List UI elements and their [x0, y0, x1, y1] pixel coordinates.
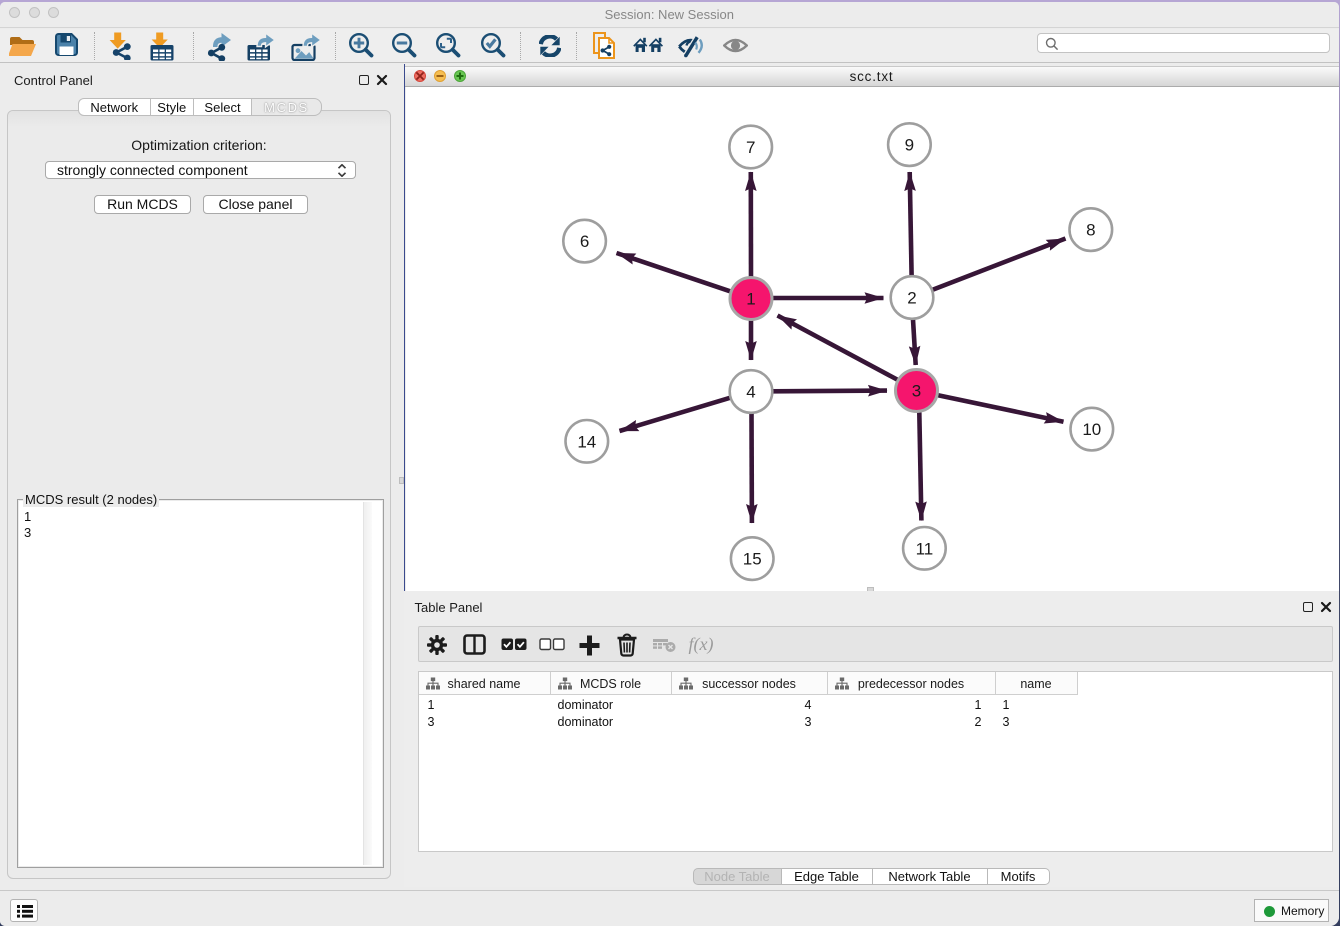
svg-text:11: 11 [916, 539, 934, 558]
svg-text:1: 1 [746, 289, 755, 308]
svg-text:10: 10 [1082, 420, 1101, 439]
svg-text:2: 2 [907, 288, 916, 307]
svg-text:6: 6 [580, 232, 589, 251]
svg-text:15: 15 [743, 549, 762, 568]
svg-text:8: 8 [1086, 220, 1095, 239]
svg-text:3: 3 [912, 381, 921, 400]
svg-text:9: 9 [905, 135, 914, 154]
svg-text:14: 14 [577, 432, 596, 451]
svg-text:7: 7 [746, 138, 755, 157]
svg-text:4: 4 [746, 382, 755, 401]
